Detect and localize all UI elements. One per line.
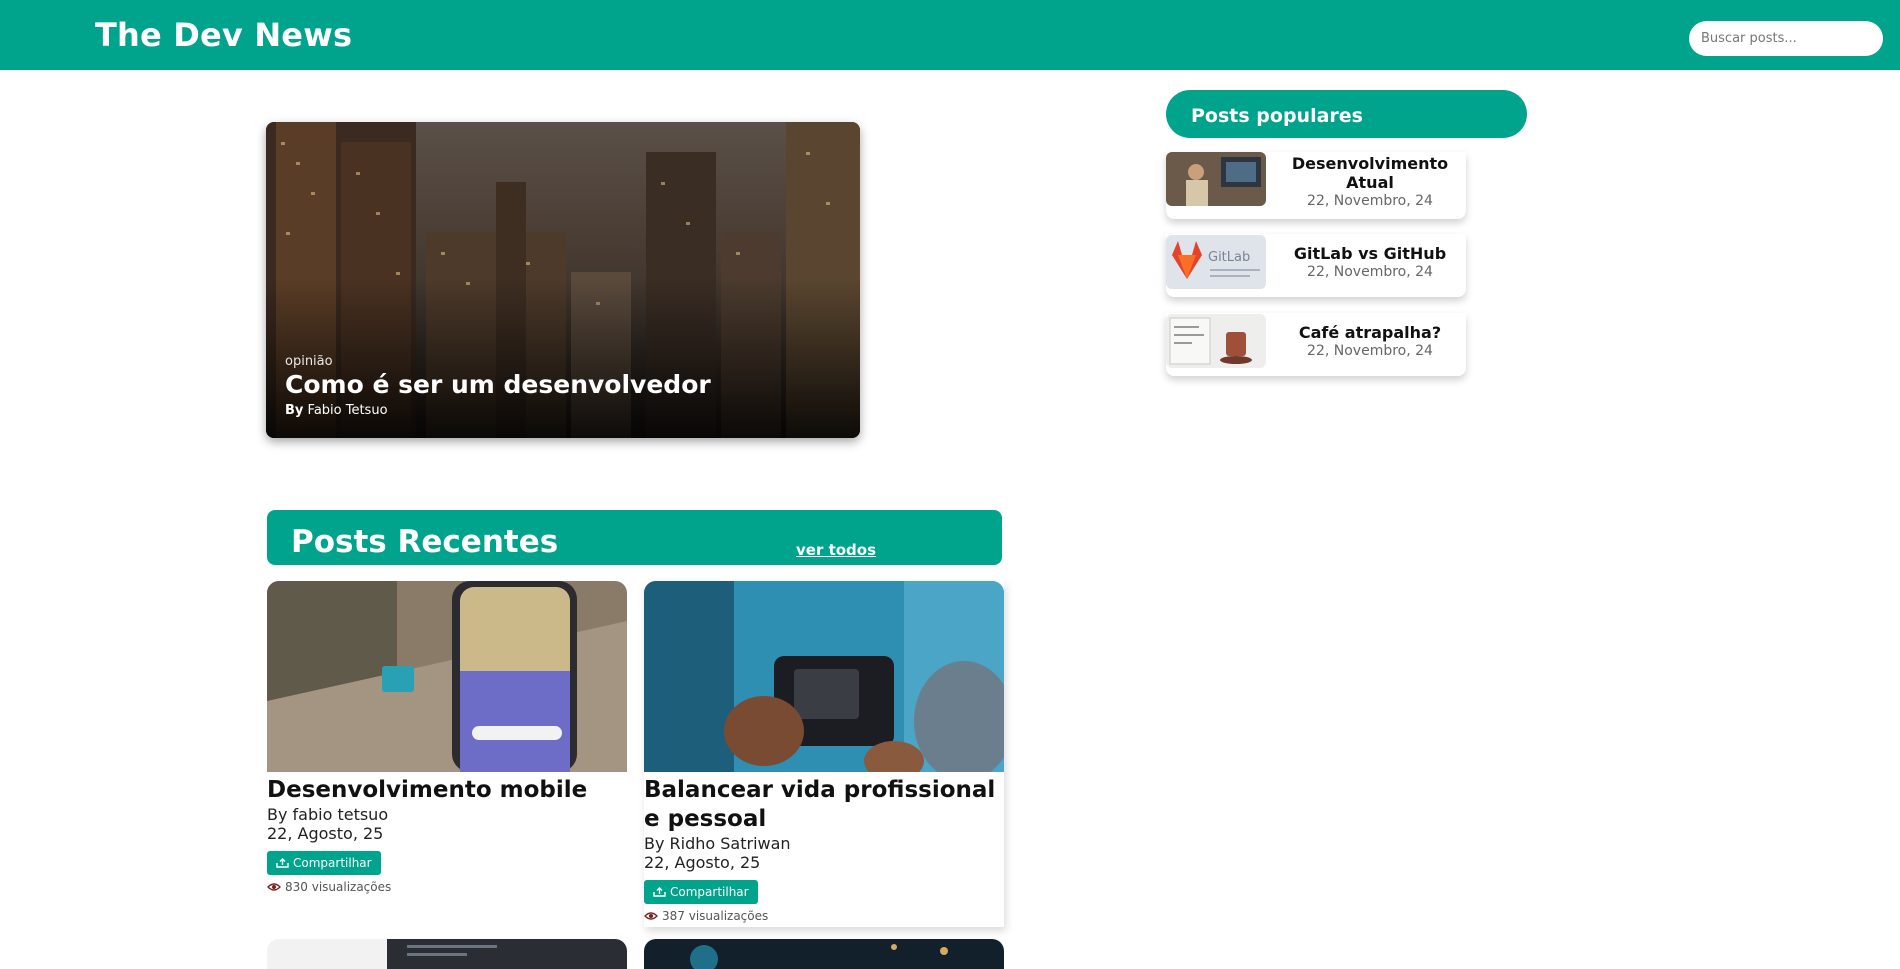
popular-post-item[interactable]: Café atrapalha? 22, Novembro, 24 <box>1166 313 1466 376</box>
post-card[interactable]: Balancear vida profissional e pessoal By… <box>644 581 1004 927</box>
post-date: 22, Agosto, 25 <box>267 824 384 843</box>
popular-post-date: 22, Novembro, 24 <box>1307 343 1433 359</box>
gitlab-logo-text: GitLab <box>1208 250 1250 265</box>
popular-post-text: Café atrapalha? 22, Novembro, 24 <box>1274 323 1466 360</box>
post-image-phone <box>267 581 627 772</box>
popular-post-date: 22, Novembro, 24 <box>1307 264 1433 280</box>
post-card[interactable]: Desenvolvimento mobile By fabio tetsuo 2… <box>267 581 627 894</box>
author-name: Fabio Tetsuo <box>307 403 388 418</box>
popular-thumb-coffee <box>1166 314 1266 368</box>
share-tray-icon <box>653 887 666 897</box>
post-card-partial[interactable] <box>267 939 627 969</box>
popular-thumb-desk <box>1166 152 1266 206</box>
post-title[interactable]: Balancear vida profissional e pessoal <box>644 776 1004 834</box>
views-count: 830 visualizações <box>267 880 627 894</box>
popular-post-text: Desenvolvimento Atual 22, Novembro, 24 <box>1274 154 1466 210</box>
featured-post-card[interactable]: opinião Como é ser um desenvolvedor By F… <box>266 122 860 438</box>
popular-post-item[interactable]: Desenvolvimento Atual 22, Novembro, 24 <box>1166 152 1466 219</box>
site-logo-title[interactable]: The Dev News <box>95 16 352 54</box>
search-input[interactable] <box>1689 21 1883 56</box>
views-label: 830 visualizações <box>285 880 392 894</box>
featured-title[interactable]: Como é ser um desenvolvedor <box>285 370 711 399</box>
recent-posts-title: Posts Recentes <box>291 524 559 560</box>
share-label: Compartilhar <box>293 856 372 870</box>
post-date: 22, Agosto, 25 <box>644 853 761 872</box>
popular-post-title: GitLab vs GitHub <box>1293 244 1447 263</box>
recent-posts-header: Posts Recentes ver todos <box>267 510 1002 565</box>
popular-post-title: Café atrapalha? <box>1298 323 1442 342</box>
post-card-partial[interactable] <box>644 939 1004 969</box>
popular-post-title: Desenvolvimento Atual <box>1291 154 1449 192</box>
featured-category: opinião <box>285 354 333 369</box>
eye-icon <box>267 883 281 891</box>
post-author: By fabio tetsuo <box>267 805 389 824</box>
popular-thumb-gitlab: GitLab <box>1166 235 1266 289</box>
post-title[interactable]: Desenvolvimento mobile <box>267 776 627 805</box>
share-button[interactable]: Compartilhar <box>267 851 381 875</box>
popular-posts-title: Posts populares <box>1191 105 1363 127</box>
featured-author: By Fabio Tetsuo <box>285 403 388 418</box>
share-label: Compartilhar <box>670 885 749 899</box>
post-image-camera <box>644 581 1004 772</box>
see-all-link[interactable]: ver todos <box>796 541 876 559</box>
share-button[interactable]: Compartilhar <box>644 880 758 904</box>
popular-posts-header: Posts populares <box>1166 90 1527 138</box>
popular-post-text: GitLab vs GitHub 22, Novembro, 24 <box>1274 244 1466 281</box>
views-label: 387 visualizações <box>662 909 769 923</box>
post-author: By Ridho Satriwan <box>644 834 791 853</box>
eye-icon <box>644 912 658 920</box>
popular-post-date: 22, Novembro, 24 <box>1307 193 1433 209</box>
top-navbar: The Dev News <box>0 0 1900 70</box>
share-tray-icon <box>276 858 289 868</box>
views-count: 387 visualizações <box>644 909 1004 923</box>
author-prefix: By <box>285 403 304 418</box>
popular-post-item[interactable]: GitLab GitLab vs GitHub 22, Novembro, 24 <box>1166 234 1466 297</box>
